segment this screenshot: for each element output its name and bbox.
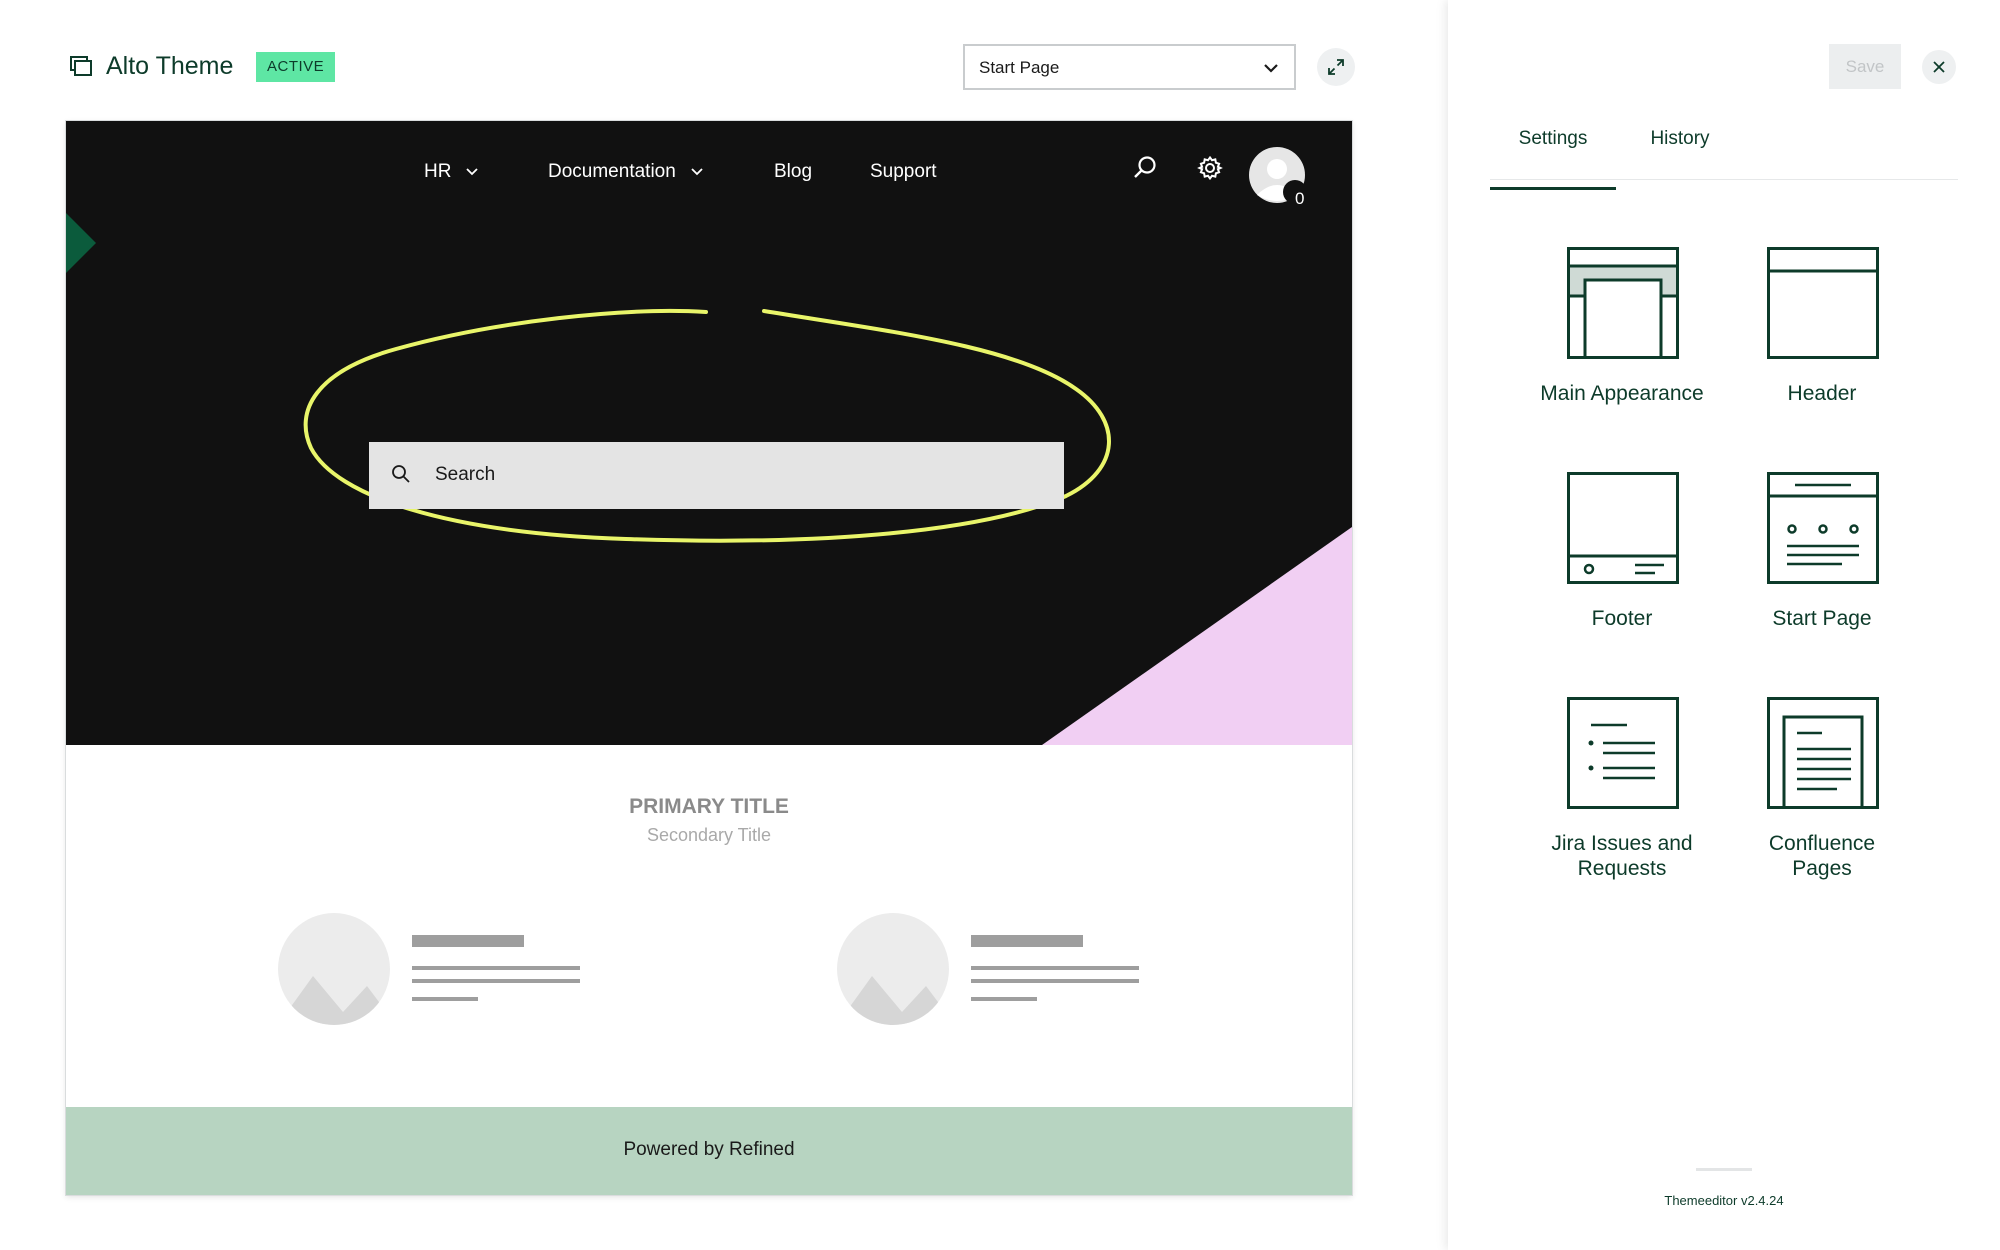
main-appearance-icon	[1567, 247, 1679, 359]
text-placeholder	[971, 997, 1037, 1001]
chevron-down-icon	[1264, 64, 1278, 73]
text-placeholder	[412, 997, 478, 1001]
search-placeholder: Search	[435, 464, 496, 485]
confluence-pages-icon	[1767, 697, 1879, 809]
footer-layout-icon	[1567, 472, 1679, 584]
highlight-annotation	[303, 309, 1111, 543]
settings-panel: Save Settings History Main Appearance He…	[1448, 0, 2000, 1250]
image-placeholder-icon	[837, 913, 949, 1025]
tile-label: Start Page	[1772, 607, 1872, 630]
tile-start-page[interactable]: Start Page	[1722, 472, 1922, 672]
tile-label: Footer	[1591, 607, 1653, 630]
version-text: Themeeditor v2.4.24	[1664, 1193, 1784, 1208]
text-placeholder	[412, 935, 524, 947]
text-placeholder	[412, 966, 580, 970]
tile-confluence-pages[interactable]: Confluence Pages	[1722, 697, 1922, 897]
image-placeholder-icon	[278, 913, 390, 1025]
close-button[interactable]	[1922, 50, 1956, 84]
panel-tabs: Settings History	[1490, 118, 1958, 190]
page-select[interactable]: Start Page	[963, 44, 1296, 90]
tile-label: Confluence Pages	[1768, 832, 1876, 880]
divider	[1696, 1168, 1752, 1171]
header-layout-icon	[1767, 247, 1879, 359]
expand-icon	[1328, 59, 1344, 75]
text-placeholder	[971, 979, 1139, 983]
tab-history[interactable]: History	[1630, 128, 1730, 150]
window-icon	[70, 56, 92, 76]
search-input[interactable]: Search	[369, 442, 1064, 509]
placeholder-card	[277, 912, 597, 1027]
primary-title: PRIMARY TITLE	[629, 795, 789, 818]
status-badge: ACTIVE	[256, 52, 336, 82]
tile-footer[interactable]: Footer	[1522, 472, 1722, 672]
placeholder-card	[836, 912, 1156, 1027]
preview-footer: Powered by Refined	[66, 1107, 1352, 1195]
search-icon	[392, 465, 410, 483]
text-placeholder	[412, 979, 580, 983]
close-icon	[1933, 61, 1945, 73]
text-placeholder	[971, 966, 1139, 970]
editor-topbar: Alto Theme ACTIVE Start Page	[66, 44, 1356, 92]
tile-label: Jira Issues and Requests	[1551, 832, 1693, 880]
page-select-value: Start Page	[979, 58, 1060, 77]
footer-text: Powered by Refined	[623, 1139, 795, 1160]
preview-hero: HR Documentation Blog Support 0 Search	[66, 121, 1352, 745]
text-placeholder	[971, 935, 1083, 947]
theme-editor-area: Alto Theme ACTIVE Start Page HR Document…	[0, 0, 1448, 1250]
tile-label: Header	[1787, 382, 1857, 405]
save-button[interactable]: Save	[1829, 44, 1901, 89]
tile-header[interactable]: Header	[1722, 247, 1922, 447]
tile-main-appearance[interactable]: Main Appearance	[1522, 247, 1722, 447]
tile-jira-issues[interactable]: Jira Issues and Requests	[1522, 697, 1722, 897]
theme-title: Alto Theme	[106, 52, 234, 80]
secondary-title: Secondary Title	[646, 825, 772, 845]
jira-issues-icon	[1567, 697, 1679, 809]
start-page-icon	[1767, 472, 1879, 584]
tab-settings[interactable]: Settings	[1490, 128, 1616, 190]
expand-button[interactable]	[1317, 48, 1355, 86]
preview-content: PRIMARY TITLE Secondary Title	[66, 745, 1352, 1107]
theme-preview[interactable]: HR Documentation Blog Support 0 Search P…	[66, 121, 1352, 1195]
tile-label: Main Appearance	[1540, 382, 1704, 405]
